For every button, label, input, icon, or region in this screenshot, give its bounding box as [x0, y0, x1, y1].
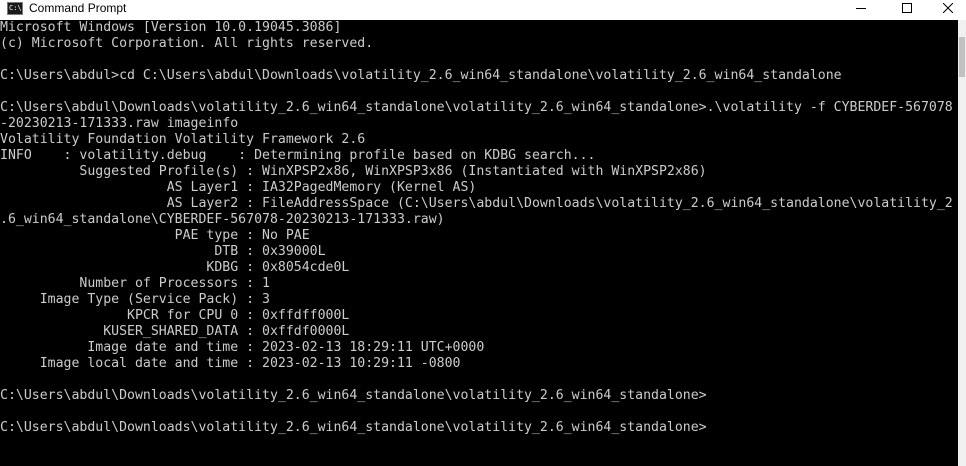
- minimize-button[interactable]: [838, 0, 884, 16]
- console-line: Image date and time : 2023-02-13 18:29:1…: [0, 340, 485, 355]
- close-icon: [943, 3, 953, 13]
- console-line: C:\Users\abdul\Downloads\volatility_2.6_…: [0, 100, 953, 115]
- maximize-button[interactable]: [884, 0, 930, 16]
- console-line: Suggested Profile(s) : WinXPSP2x86, WinX…: [0, 164, 707, 179]
- vertical-scrollbar[interactable]: [958, 20, 966, 466]
- console-line: KPCR for CPU 0 : 0xffdff000L: [0, 308, 350, 323]
- console-icon: C:\: [7, 2, 23, 15]
- console-line: Image Type (Service Pack) : 3: [0, 292, 270, 307]
- console-line: C:\Users\abdul>cd C:\Users\abdul\Downloa…: [0, 68, 842, 83]
- title-bar[interactable]: C:\ Command Prompt: [0, 0, 966, 20]
- console-line: (c) Microsoft Corporation. All rights re…: [0, 36, 374, 51]
- console-line: KUSER_SHARED_DATA : 0xffdf0000L: [0, 324, 350, 339]
- console-line: Number of Processors : 1: [0, 276, 270, 291]
- close-button[interactable]: [930, 0, 966, 16]
- console-line: -20230213-171333.raw imageinfo: [0, 116, 239, 131]
- minimize-icon: [856, 8, 866, 9]
- console-line: C:\Users\abdul\Downloads\volatility_2.6_…: [0, 420, 707, 435]
- console-line: PAE type : No PAE: [0, 228, 310, 243]
- console-line: Image local date and time : 2023-02-13 1…: [0, 356, 461, 371]
- console-output[interactable]: Microsoft Windows [Version 10.0.19045.30…: [0, 20, 958, 466]
- console-line: AS Layer2 : FileAddressSpace (C:\Users\a…: [0, 196, 953, 211]
- console-line: DTB : 0x39000L: [0, 244, 326, 259]
- scrollbar-thumb[interactable]: [959, 37, 965, 77]
- console-line: Microsoft Windows [Version 10.0.19045.30…: [0, 20, 342, 35]
- console-line: .6_win64_standalone\CYBERDEF-567078-2023…: [0, 212, 445, 227]
- console-line: AS Layer1 : IA32PagedMemory (Kernel AS): [0, 180, 477, 195]
- command-prompt-window: C:\ Command Prompt Microsoft Windows [Ve…: [0, 0, 966, 466]
- window-title: Command Prompt: [29, 1, 127, 15]
- console-line: Volatility Foundation Volatility Framewo…: [0, 132, 366, 147]
- maximize-icon: [902, 3, 912, 13]
- console-line: C:\Users\abdul\Downloads\volatility_2.6_…: [0, 388, 707, 403]
- console-line: INFO : volatility.debug : Determining pr…: [0, 148, 596, 163]
- console-line: KDBG : 0x8054cde0L: [0, 260, 350, 275]
